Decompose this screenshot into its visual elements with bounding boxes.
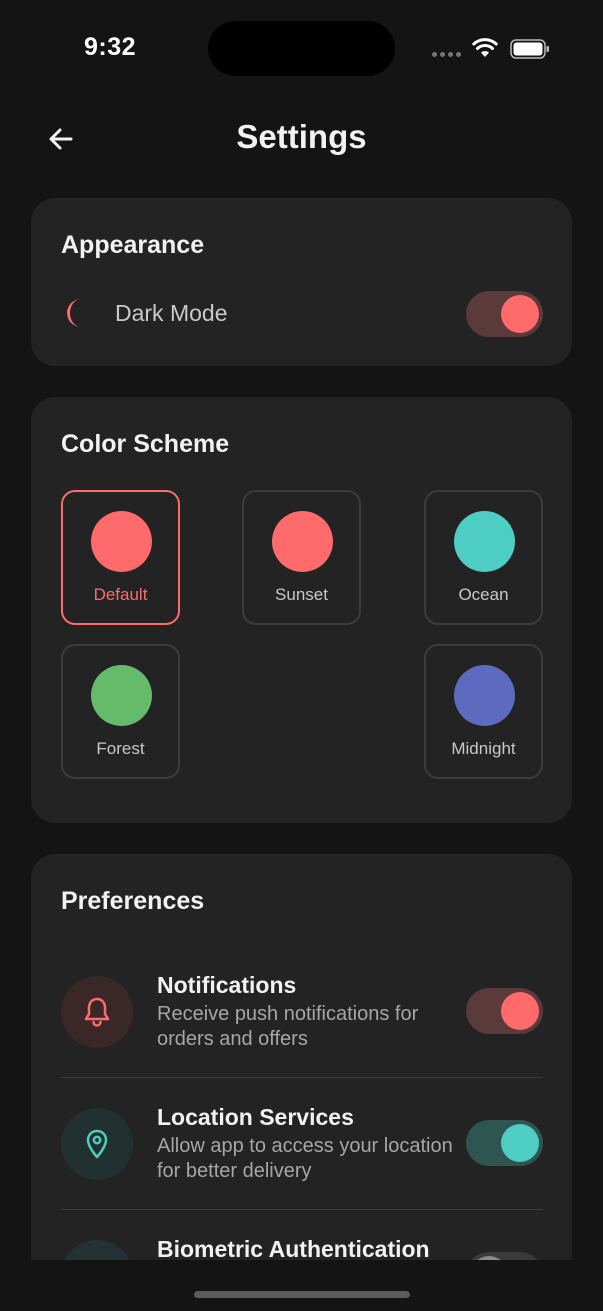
location-services-title: Location Services xyxy=(157,1104,354,1130)
location-services-toggle[interactable] xyxy=(466,1120,543,1166)
settings-screen: 9:32 Settings Appearance Dark Mode Color… xyxy=(0,0,603,1311)
color-option-label: Midnight xyxy=(451,739,516,758)
appearance-title: Appearance xyxy=(61,231,205,259)
color-dot xyxy=(91,511,152,572)
pref-notifications: Notifications Receive push notifications… xyxy=(61,972,543,1076)
page-title: Settings xyxy=(236,118,367,155)
pref-location-services: Location Services Allow app to access yo… xyxy=(61,1104,543,1208)
dynamic-island xyxy=(208,21,395,76)
appearance-card: Appearance Dark Mode xyxy=(31,198,572,366)
color-option-midnight[interactable]: Midnight xyxy=(424,644,543,779)
notifications-title: Notifications xyxy=(157,972,297,998)
color-option-label: Default xyxy=(93,585,148,604)
color-dot xyxy=(454,511,515,572)
notifications-toggle[interactable] xyxy=(466,988,543,1034)
map-pin-icon xyxy=(86,1129,108,1159)
color-option-default[interactable]: Default xyxy=(61,490,180,625)
bottom-safe-area xyxy=(0,1260,603,1311)
dark-mode-toggle[interactable] xyxy=(466,291,543,337)
cellular-signal-icon xyxy=(432,52,461,57)
location-icon-badge xyxy=(61,1108,133,1180)
battery-icon xyxy=(510,39,549,59)
wifi-icon xyxy=(472,38,498,57)
color-option-label: Sunset xyxy=(275,585,328,604)
preferences-card: Preferences Notifications Receive push n… xyxy=(31,854,572,1311)
home-indicator[interactable] xyxy=(194,1291,410,1298)
status-time: 9:32 xyxy=(84,33,137,61)
color-dot xyxy=(91,665,152,726)
color-scheme-card: Color Scheme Default Sunset Ocean Forest… xyxy=(31,397,572,823)
color-option-forest[interactable]: Forest xyxy=(61,644,180,779)
divider xyxy=(61,1209,543,1210)
divider xyxy=(61,1077,543,1078)
color-scheme-title: Color Scheme xyxy=(61,430,230,458)
notifications-description: Receive push notifications for orders an… xyxy=(157,1003,419,1050)
color-option-sunset[interactable]: Sunset xyxy=(242,490,361,625)
dark-mode-label: Dark Mode xyxy=(115,300,228,326)
moon-icon xyxy=(67,299,81,327)
bell-icon xyxy=(84,997,110,1027)
color-dot xyxy=(272,511,333,572)
biometric-authentication-title: Biometric Authentication xyxy=(157,1236,430,1262)
notifications-icon-badge xyxy=(61,976,133,1048)
location-services-description: Allow app to access your location for be… xyxy=(157,1135,453,1182)
preferences-title: Preferences xyxy=(61,887,205,915)
color-option-label: Ocean xyxy=(458,585,509,604)
color-option-ocean[interactable]: Ocean xyxy=(424,490,543,625)
color-dot xyxy=(454,665,515,726)
color-option-label: Forest xyxy=(96,739,145,758)
